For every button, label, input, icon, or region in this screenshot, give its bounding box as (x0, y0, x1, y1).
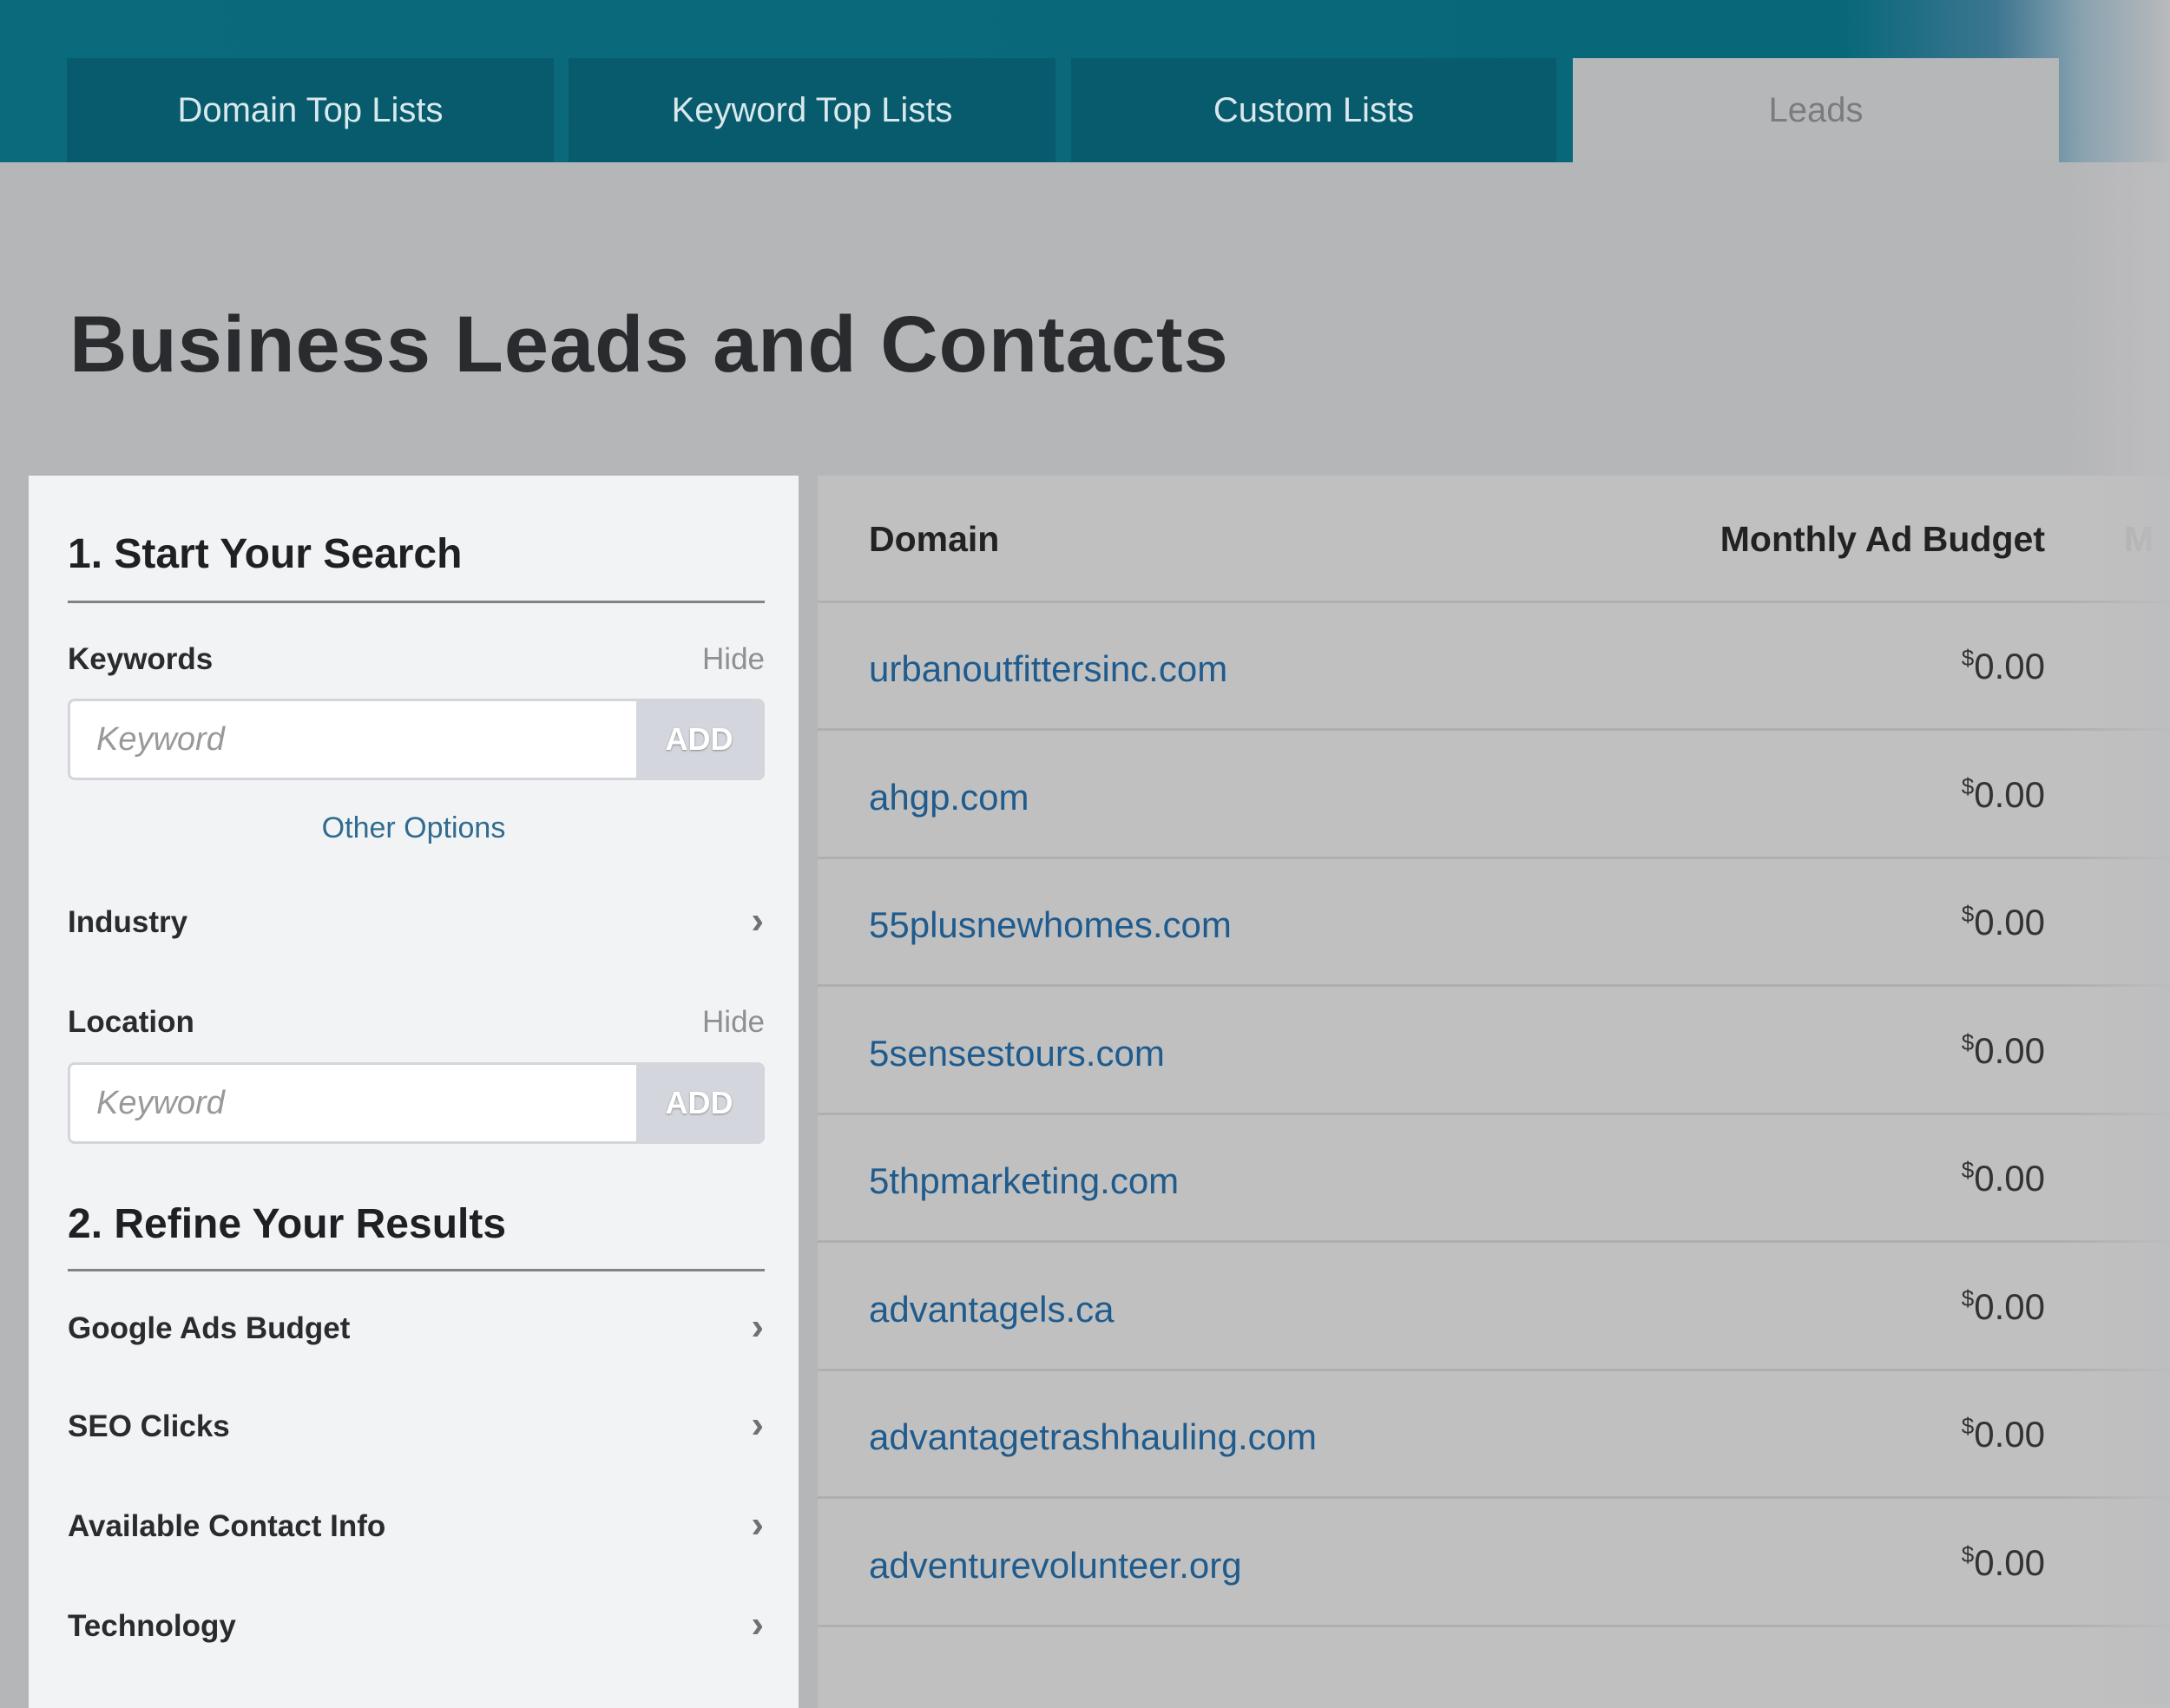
monthly-ad-budget-value: $0.00 (1962, 901, 2045, 943)
page-title: Business Leads and Contacts (69, 300, 1229, 389)
tab-keyword-top-lists[interactable]: Keyword Top Lists (569, 58, 1055, 162)
right-edge-fade (2066, 162, 2170, 1705)
budget-amount: 0.00 (1974, 1541, 2045, 1583)
domain-link[interactable]: advantagetrashhauling.com (869, 1416, 1317, 1458)
column-header-monthly-ad-budget[interactable]: Monthly Ad Budget (1720, 519, 2045, 560)
currency-symbol: $ (1961, 1413, 1975, 1439)
budget-amount: 0.00 (1974, 773, 2045, 815)
table-row[interactable]: advantagels.ca $0.00 (818, 1244, 2170, 1371)
budget-amount: 0.00 (1974, 1158, 2045, 1199)
currency-symbol: $ (1961, 1540, 1975, 1567)
domain-link[interactable]: 55plusnewhomes.com (869, 904, 1232, 946)
location-input-group: ADD (68, 1062, 765, 1144)
budget-amount: 0.00 (1974, 1285, 2045, 1327)
domain-link[interactable]: adventurevolunteer.org (869, 1545, 1242, 1586)
keywords-add-button[interactable]: ADD (636, 701, 762, 778)
filter-available-contact-info[interactable]: Available Contact Info (68, 1509, 385, 1544)
location-hide-link[interactable]: Hide (702, 1005, 765, 1040)
table-row[interactable]: urbanoutfittersinc.com $0.00 (818, 603, 2170, 731)
table-row[interactable]: 55plusnewhomes.com $0.00 (818, 859, 2170, 987)
currency-symbol: $ (1961, 772, 1975, 799)
currency-symbol: $ (1961, 1028, 1975, 1055)
chevron-right-icon[interactable]: › (751, 1603, 764, 1646)
chevron-right-icon[interactable]: › (751, 1305, 764, 1349)
monthly-ad-budget-value: $0.00 (1962, 1285, 2045, 1328)
other-options-link[interactable]: Other Options (29, 811, 799, 845)
chevron-right-icon[interactable]: › (751, 1403, 764, 1447)
budget-amount: 0.00 (1974, 902, 2045, 943)
search-sidebar: 1. Start Your Search Keywords Hide ADD O… (29, 476, 799, 1708)
filter-technology[interactable]: Technology (68, 1609, 236, 1644)
divider (68, 1269, 765, 1271)
table-row[interactable]: advantagetrashhauling.com $0.00 (818, 1371, 2170, 1499)
filter-google-ads-budget[interactable]: Google Ads Budget (68, 1311, 350, 1346)
domain-link[interactable]: ahgp.com (869, 777, 1029, 818)
budget-amount: 0.00 (1974, 1414, 2045, 1455)
chevron-right-icon[interactable]: › (751, 1503, 764, 1547)
table-row[interactable]: adventurevolunteer.org $0.00 (818, 1500, 2170, 1627)
column-header-domain[interactable]: Domain (869, 519, 999, 560)
domain-link[interactable]: 5thpmarketing.com (869, 1160, 1179, 1202)
table-row[interactable]: 5thpmarketing.com $0.00 (818, 1115, 2170, 1243)
chevron-right-icon[interactable]: › (751, 899, 764, 943)
industry-filter[interactable]: Industry (68, 905, 187, 940)
monthly-ad-budget-value: $0.00 (1962, 1029, 2045, 1072)
budget-amount: 0.00 (1974, 1029, 2045, 1071)
table-row[interactable]: ahgp.com $0.00 (818, 732, 2170, 859)
domain-link[interactable]: advantagels.ca (869, 1289, 1115, 1330)
tab-custom-lists[interactable]: Custom Lists (1071, 58, 1556, 162)
filter-seo-clicks[interactable]: SEO Clicks (68, 1409, 230, 1444)
table-row[interactable]: 5sensestours.com $0.00 (818, 988, 2170, 1115)
keywords-input-group: ADD (68, 699, 765, 780)
section-start-search-heading: 1. Start Your Search (68, 531, 463, 577)
monthly-ad-budget-value: $0.00 (1962, 1413, 2045, 1455)
monthly-ad-budget-value: $0.00 (1962, 773, 2045, 816)
table-header: Domain Monthly Ad Budget M (818, 476, 2170, 603)
monthly-ad-budget-value: $0.00 (1962, 1541, 2045, 1584)
tab-leads[interactable]: Leads (1573, 58, 2059, 162)
monthly-ad-budget-value: $0.00 (1962, 645, 2045, 687)
keywords-label: Keywords (68, 642, 214, 676)
domain-link[interactable]: urbanoutfittersinc.com (869, 648, 1227, 690)
currency-symbol: $ (1961, 1157, 1975, 1183)
currency-symbol: $ (1961, 901, 1975, 927)
tab-domain-top-lists[interactable]: Domain Top Lists (67, 58, 554, 162)
leads-table: Domain Monthly Ad Budget M urbanoutfitte… (818, 476, 2170, 1708)
currency-symbol: $ (1961, 1284, 1975, 1311)
section-refine-results-heading: 2. Refine Your Results (68, 1201, 507, 1247)
location-label: Location (68, 1005, 194, 1039)
location-add-button[interactable]: ADD (636, 1065, 762, 1141)
budget-amount: 0.00 (1974, 646, 2045, 686)
domain-link[interactable]: 5sensestours.com (869, 1033, 1165, 1074)
keywords-input[interactable] (70, 701, 643, 778)
monthly-ad-budget-value: $0.00 (1962, 1157, 2045, 1199)
location-input[interactable] (70, 1065, 643, 1141)
currency-symbol: $ (1961, 645, 1975, 671)
divider (68, 601, 765, 603)
keywords-hide-link[interactable]: Hide (702, 642, 765, 677)
